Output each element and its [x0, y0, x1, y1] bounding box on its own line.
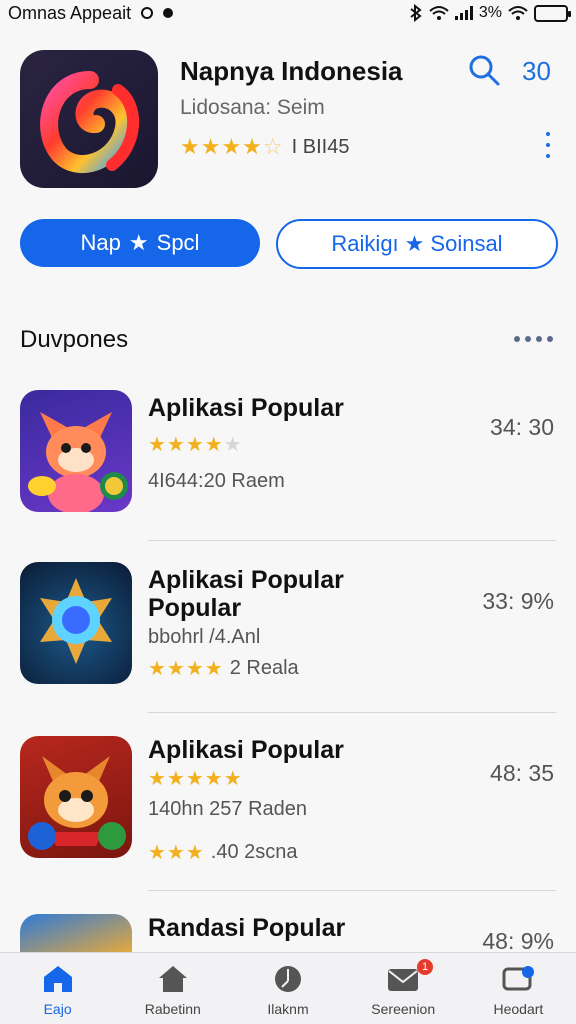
rating-stars: ★★★ — [148, 842, 205, 864]
rating-stars: ★★★★★ — [148, 434, 243, 456]
hero-app-title: Napnya Indonesia — [180, 56, 403, 86]
mail-icon — [388, 969, 419, 991]
hero-count[interactable]: 30 — [522, 56, 551, 87]
partial-app-icon — [20, 914, 132, 954]
tab-profile[interactable]: Heodart — [461, 953, 576, 1024]
app-right-value: 34: 30 — [490, 414, 554, 440]
status-ring-icon — [141, 7, 154, 19]
rating-text: .40 2scna — [210, 841, 298, 863]
tab-label: Rabetinn — [144, 1001, 201, 1017]
primary-action-right: Spcl — [156, 230, 200, 255]
status-dot-icon — [163, 8, 174, 18]
rating-stars: ★★★★★ — [148, 768, 243, 790]
tab-home[interactable]: Eajo — [0, 953, 115, 1024]
fox-app-icon — [20, 390, 132, 512]
app-meta: 140hn 257 Raden — [148, 798, 308, 820]
app-rating: ★★★★★ — [148, 432, 243, 457]
secondary-action-right: Soinsal — [430, 231, 503, 256]
star-icon: ★ — [404, 231, 425, 256]
hero-app-icon[interactable] — [20, 50, 158, 188]
battery-percent: 3% — [478, 4, 502, 21]
app-title: Aplikasi Popular — [148, 736, 344, 764]
section-title: Duvpones — [20, 326, 129, 353]
section-more-icon[interactable] — [514, 336, 553, 342]
app-rating-secondary: ★★★ .40 2scna — [148, 840, 298, 865]
more-options-icon[interactable] — [540, 132, 556, 158]
tab-label: Sereenion — [371, 1001, 436, 1017]
notification-badge: 1 — [417, 959, 434, 975]
app-meta: bbohrl /4.Anl — [148, 626, 261, 648]
primary-action-left: Nap — [80, 230, 121, 255]
rating-text: 2 Reala — [229, 657, 299, 679]
house-icon — [158, 966, 187, 992]
app-rating: ★★★★ 2 Reala — [148, 656, 299, 681]
app-title: Aplikasi Popular — [148, 566, 344, 594]
primary-action-button[interactable]: Nap ★ Spcl — [20, 219, 260, 267]
wifi-icon — [429, 6, 449, 20]
hero-stars: ★★★★☆ — [180, 134, 284, 159]
bluetooth-icon — [410, 4, 422, 22]
app-right-value: 48: 9% — [482, 928, 554, 954]
divider — [148, 540, 556, 541]
wifi-icon-secondary — [508, 6, 528, 20]
compass-icon — [275, 966, 301, 992]
app-right-value: 48: 35 — [490, 760, 554, 786]
chat-icon — [502, 966, 535, 991]
tab-label: Ilaknm — [267, 1001, 309, 1017]
hero-rating: ★★★★☆ I BII45 — [180, 134, 349, 160]
home-icon — [43, 966, 72, 992]
tab-bar: Eajo Rabetinn Ilaknm 1 Sereenion Heodart — [0, 952, 576, 1024]
status-bar: Omnas Appeait 3% — [0, 0, 576, 26]
search-icon[interactable] — [466, 52, 502, 88]
rating-stars: ★★★★ — [148, 658, 224, 680]
cat-app-icon — [20, 736, 132, 858]
hero-app-subtitle: Lidosana: Seim — [180, 96, 325, 119]
app-rating: ★★★★★ — [148, 766, 243, 791]
divider — [148, 890, 556, 891]
signal-icon — [454, 6, 473, 20]
app-title: Aplikasi Popular — [148, 394, 344, 422]
orb-app-icon — [20, 562, 132, 684]
star-icon: ★ — [128, 230, 149, 255]
secondary-action-left: Raikigı — [331, 231, 399, 256]
tab-messages[interactable]: 1 Sereenion — [346, 953, 461, 1024]
tab-browse[interactable]: Rabetinn — [115, 953, 230, 1024]
tab-label: Heodart — [493, 1001, 544, 1017]
divider — [148, 712, 556, 713]
tab-label: Eajo — [43, 1001, 72, 1017]
app-subtitle: Popular — [148, 594, 242, 622]
app-right-value: 33: 9% — [482, 588, 554, 614]
app-meta: 4I644:20 Raem — [148, 470, 285, 492]
carrier-label: Omnas Appeait — [8, 2, 132, 23]
hero-rating-text: I BII45 — [291, 135, 350, 158]
battery-icon — [534, 4, 571, 22]
app-title: Randasi Popular — [148, 914, 346, 942]
secondary-action-button[interactable]: Raikigı ★ Soinsal — [276, 219, 558, 269]
tab-explore[interactable]: Ilaknm — [230, 953, 345, 1024]
